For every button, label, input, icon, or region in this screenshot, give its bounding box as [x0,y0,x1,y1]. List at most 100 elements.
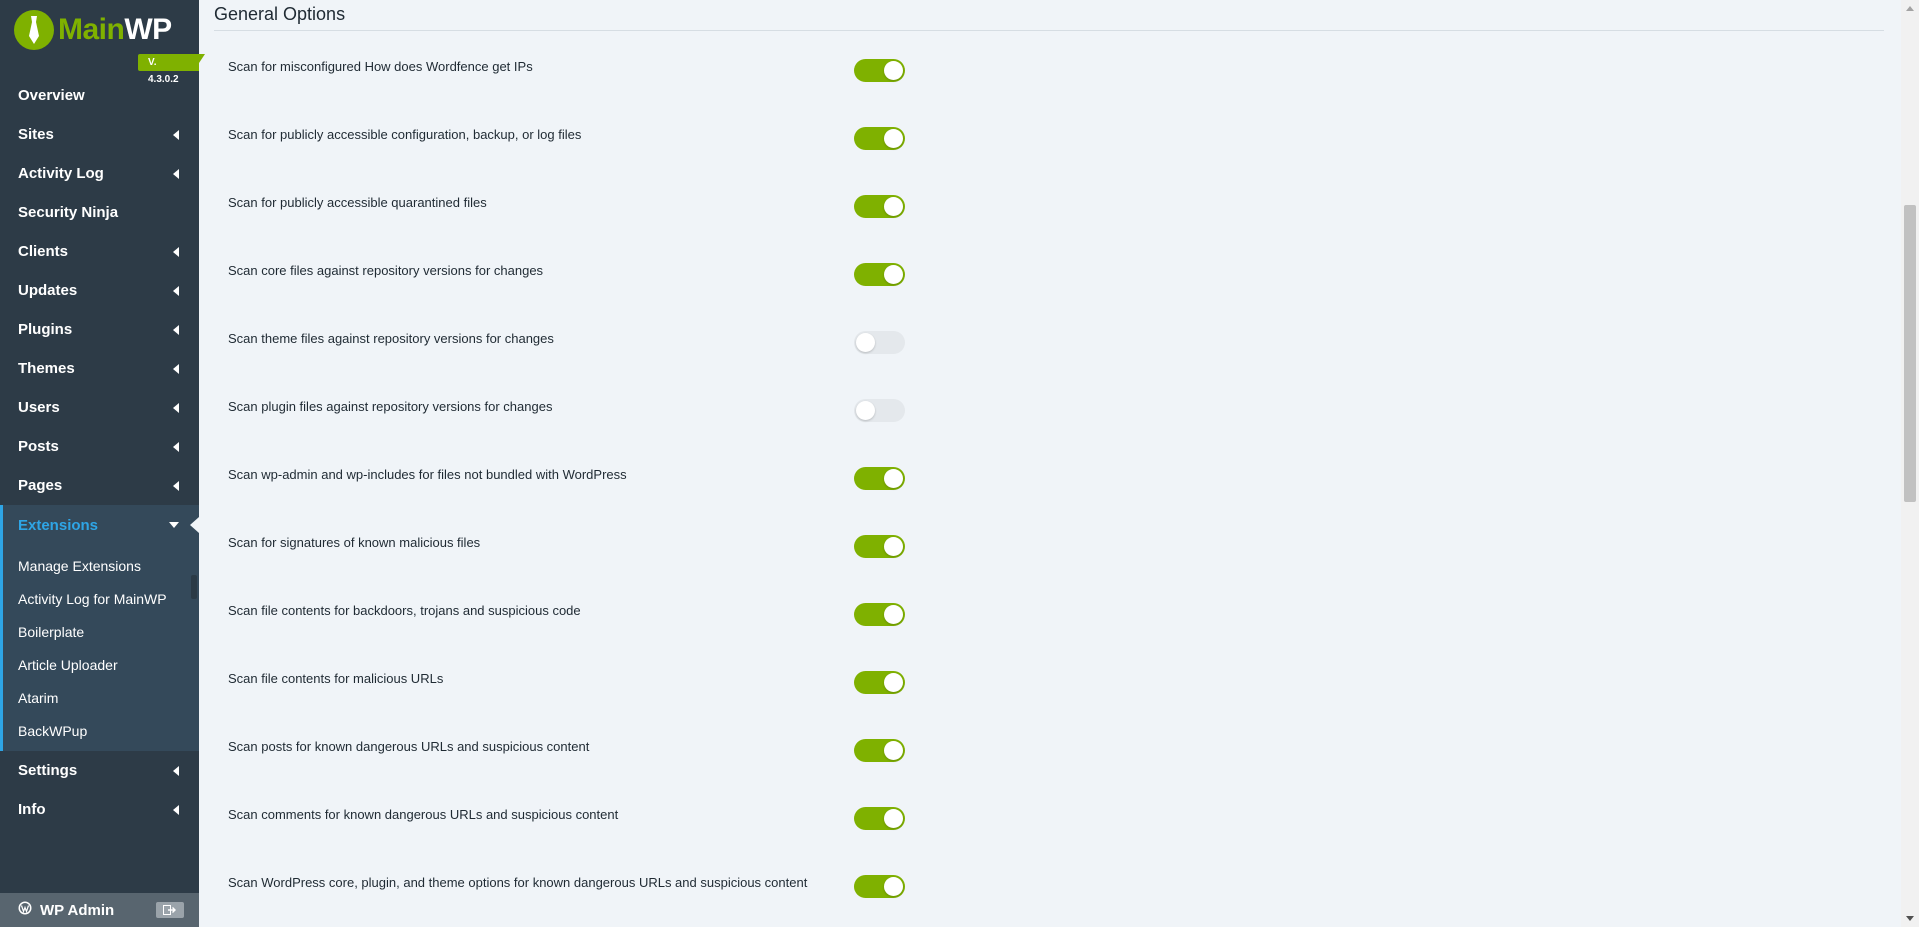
logo-text: MainWP [58,13,172,47]
scroll-thumb[interactable] [1904,205,1916,502]
scroll-up-icon[interactable] [1906,6,1914,11]
option-label: Scan comments for known dangerous URLs a… [228,807,619,822]
option-label: Scan for misconfigured How does Wordfenc… [228,59,533,74]
submenu-item-article-uploader[interactable]: Article Uploader [3,648,199,681]
submenu-item-atarim[interactable]: Atarim [3,681,199,714]
option-toggle[interactable] [854,671,905,694]
logo-text-main: Main [58,13,125,46]
sidebar-item-label: Settings [18,762,78,779]
sidebar-item-clients[interactable]: Clients [0,232,199,271]
toggle-knob [884,673,903,692]
option-toggle[interactable] [854,875,905,898]
sidebar-item-overview[interactable]: Overview [0,76,199,115]
option-row: Scan wp-admin and wp-includes for files … [199,443,1901,511]
option-label: Scan file contents for backdoors, trojan… [228,603,581,618]
submenu-item-backwpup[interactable]: BackWPup [3,714,199,747]
toggle-knob [884,537,903,556]
tie-icon [14,10,54,50]
option-row: Scan for publicly accessible configurati… [199,103,1901,171]
option-label: Scan for publicly accessible configurati… [228,127,582,142]
caret-left-icon [173,246,179,257]
sidebar-item-activity-log[interactable]: Activity Log [0,154,199,193]
caret-left-icon [173,480,179,491]
main-nav: Overview Sites Activity Log Security Ninja C… [0,76,199,829]
caret-left-icon [173,363,179,374]
option-row: Scan for misconfigured How does Wordfenc… [199,35,1901,103]
sidebar-item-label: Clients [18,243,69,260]
option-toggle[interactable] [854,331,905,354]
option-toggle[interactable] [854,739,905,762]
option-label: Scan theme files against repository vers… [228,331,554,346]
page-scrollbar[interactable] [1901,0,1919,927]
scroll-down-icon[interactable] [1906,916,1914,921]
caret-left-icon [173,441,179,452]
toggle-knob [884,61,903,80]
option-toggle[interactable] [854,127,905,150]
sidebar-item-users[interactable]: Users [0,388,199,427]
sidebar-item-themes[interactable]: Themes [0,349,199,388]
toggle-knob [884,877,903,896]
option-label: Scan WordPress core, plugin, and theme o… [228,875,808,890]
toggle-knob [884,469,903,488]
sidebar-item-extensions[interactable]: Extensions [0,505,199,545]
wp-admin-label: WP Admin [40,901,115,919]
sidebar-item-info[interactable]: Info [0,790,199,829]
sidebar-item-label: Pages [18,477,63,494]
sidebar-item-security-ninja[interactable]: Security Ninja [0,193,199,232]
wordpress-icon [18,901,32,919]
option-toggle[interactable] [854,807,905,830]
title-divider [214,30,1884,31]
wp-admin-link[interactable]: WP Admin [0,893,199,927]
sidebar-item-label: Users [18,399,60,416]
toggle-knob [856,401,875,420]
main-content: General Options Scan for misconfigured H… [199,0,1901,927]
submenu-item-boilerplate[interactable]: Boilerplate [3,615,199,648]
toggle-knob [884,741,903,760]
caret-left-icon [173,129,179,140]
option-toggle[interactable] [854,535,905,558]
sign-out-icon [163,905,176,915]
option-label: Scan core files against repository versi… [228,263,544,278]
option-row: Scan plugin files against repository ver… [199,375,1901,443]
sidebar-item-label: Sites [18,126,54,143]
option-toggle[interactable] [854,467,905,490]
sidebar-item-label: Info [18,801,46,818]
toggle-knob [856,333,875,352]
submenu-item-manage-extensions[interactable]: Manage Extensions [3,549,199,582]
option-toggle[interactable] [854,195,905,218]
logout-button[interactable] [156,902,184,918]
caret-left-icon [173,765,179,776]
sidebar-item-pages[interactable]: Pages [0,466,199,505]
option-label: Scan file contents for malicious URLs [228,671,444,686]
option-row: Scan for signatures of known malicious f… [199,511,1901,579]
option-toggle[interactable] [854,59,905,82]
sidebar-item-label: Plugins [18,321,73,338]
caret-left-icon [173,324,179,335]
toggle-knob [884,129,903,148]
option-label: Scan for publicly accessible quarantined… [228,195,487,210]
sidebar-item-updates[interactable]: Updates [0,271,199,310]
option-label: Scan for signatures of known malicious f… [228,535,481,550]
extensions-submenu: Manage Extensions Activity Log for MainWP… [0,545,199,751]
sidebar-item-posts[interactable]: Posts [0,427,199,466]
submenu-item-activity-log-for-mainwp[interactable]: Activity Log for MainWP [3,582,199,615]
option-row: Scan WordPress core, plugin, and theme o… [199,851,1901,919]
sidebar-item-sites[interactable]: Sites [0,115,199,154]
option-row: Scan comments for known dangerous URLs a… [199,783,1901,851]
mainwp-logo[interactable]: MainWP [14,10,172,50]
sidebar-item-settings[interactable]: Settings [0,751,199,790]
option-row: Scan posts for known dangerous URLs and … [199,715,1901,783]
caret-left-icon [173,168,179,179]
sidebar-item-plugins[interactable]: Plugins [0,310,199,349]
option-row: Scan file contents for backdoors, trojan… [199,579,1901,647]
option-toggle[interactable] [854,399,905,422]
sidebar-item-label: Overview [18,87,85,104]
sidebar-item-label: Activity Log [18,165,104,182]
sidebar-item-label: Extensions [18,516,99,534]
option-toggle[interactable] [854,603,905,626]
option-toggle[interactable] [854,263,905,286]
sidebar-item-label: Updates [18,282,78,299]
option-row: Scan for publicly accessible quarantined… [199,171,1901,239]
caret-left-icon [173,285,179,296]
logo-area: MainWP V. 4.3.0.2 [0,0,205,85]
